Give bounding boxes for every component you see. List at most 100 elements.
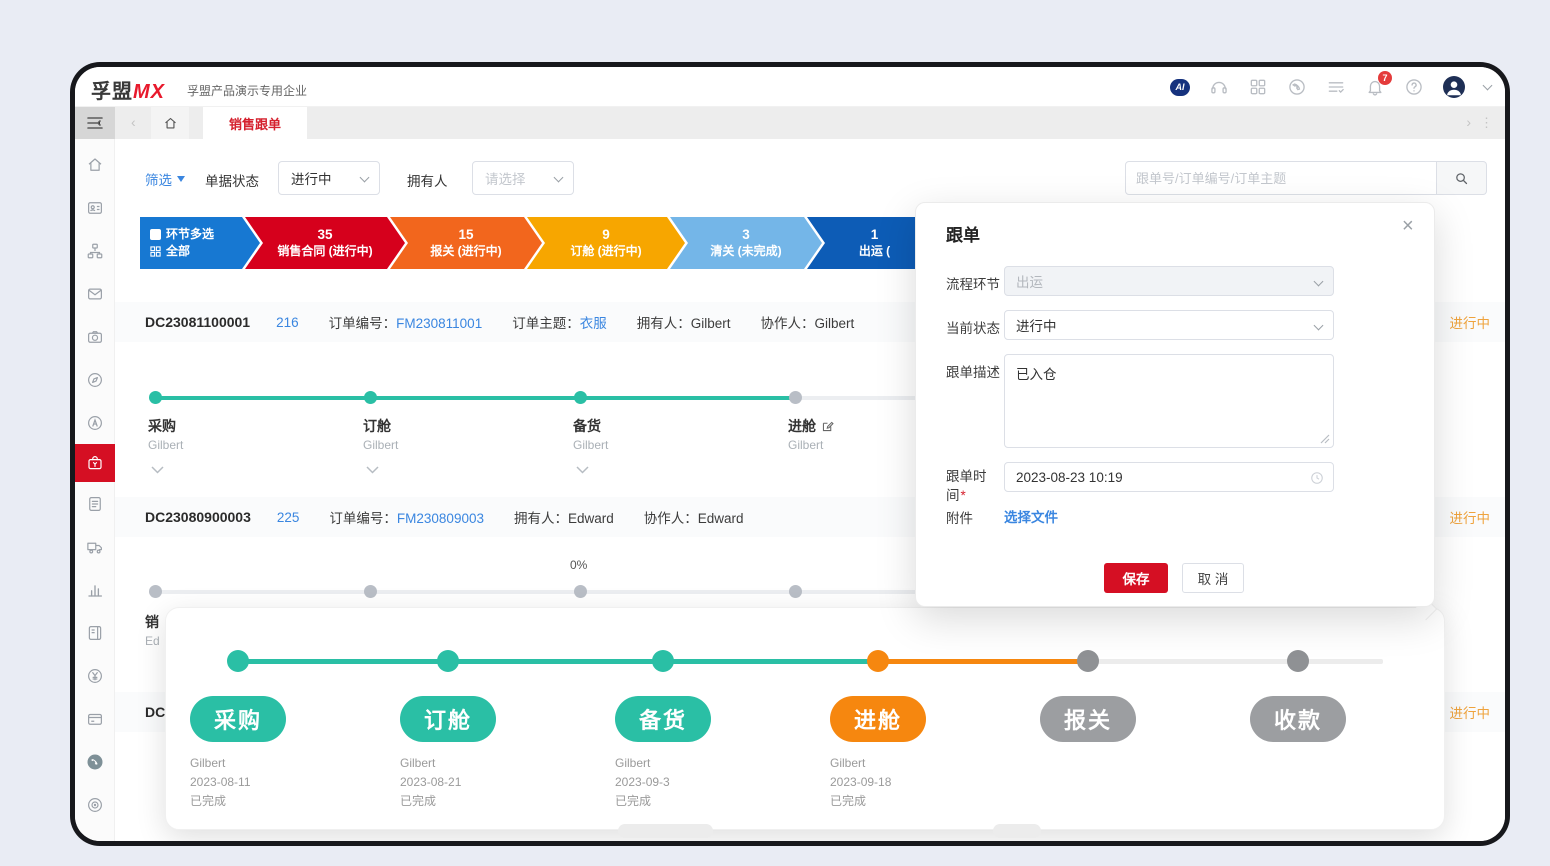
current-status-select[interactable]: 进行中 bbox=[1004, 310, 1334, 340]
edit-icon[interactable] bbox=[821, 420, 834, 433]
subject-link[interactable]: 衣服 bbox=[580, 316, 607, 331]
sidebar-item-home[interactable] bbox=[75, 143, 115, 186]
step-expander-icon[interactable] bbox=[576, 466, 589, 474]
popup-step-dot[interactable] bbox=[1287, 650, 1309, 672]
step-dot[interactable] bbox=[574, 391, 587, 404]
popup-step-status: 已完成 bbox=[400, 792, 461, 811]
sidebar-item-finance[interactable] bbox=[75, 654, 115, 697]
popup-step-pill[interactable]: 订舱 bbox=[400, 696, 496, 742]
stage-segment-booking[interactable]: 9订舱 (进行中) bbox=[527, 217, 685, 269]
owner-select[interactable]: 请选择 bbox=[472, 161, 574, 195]
cancel-button[interactable]: 取 消 bbox=[1182, 563, 1244, 593]
doc-status-select[interactable]: 进行中 bbox=[278, 161, 380, 195]
close-icon[interactable]: × bbox=[1402, 215, 1414, 238]
step-dot[interactable] bbox=[789, 391, 802, 404]
stage-segment-contract[interactable]: 35销售合同 (进行中) bbox=[245, 217, 405, 269]
sidebar-item-knowledge[interactable] bbox=[75, 611, 115, 654]
sidebar-item-products[interactable] bbox=[75, 315, 115, 358]
tab-forward-icon[interactable]: › bbox=[1466, 114, 1471, 130]
step-expander-icon[interactable] bbox=[151, 466, 164, 474]
popup-step-pill[interactable]: 备货 bbox=[615, 696, 711, 742]
circle-a-icon bbox=[86, 414, 104, 432]
popup-step-dot[interactable] bbox=[227, 650, 249, 672]
home-tab-icon[interactable] bbox=[151, 107, 189, 139]
sidebar-item-sales-tracking-active[interactable] bbox=[75, 444, 115, 482]
search-button[interactable] bbox=[1437, 161, 1487, 195]
tracking-time-label-2: 间* bbox=[946, 484, 966, 504]
brand-logo-cn: 孚盟 bbox=[91, 81, 133, 103]
order-count-link[interactable]: 225 bbox=[277, 510, 300, 525]
tab-back-icon[interactable]: ‹ bbox=[131, 114, 136, 130]
sidebar-item-whatsapp[interactable] bbox=[75, 740, 115, 783]
horizontal-scrollbar-thumb[interactable] bbox=[993, 824, 1041, 838]
save-button[interactable]: 保存 bbox=[1104, 563, 1168, 593]
popup-step-dot[interactable] bbox=[437, 650, 459, 672]
stage-all-segment[interactable]: 环节多选 全部 bbox=[140, 217, 260, 269]
popup-line-done bbox=[448, 659, 663, 664]
app-screen: 孚盟MX 孚盟产品演示专用企业 AI 7 bbox=[75, 67, 1505, 841]
order-id: DC23081100001 bbox=[145, 314, 250, 330]
order-no-link[interactable]: FM230809003 bbox=[397, 511, 484, 526]
filter-caret-icon bbox=[177, 176, 185, 182]
step-dot[interactable] bbox=[364, 585, 377, 598]
step-dot[interactable] bbox=[574, 585, 587, 598]
collapse-menu-icon[interactable] bbox=[75, 107, 115, 139]
sidebar-item-logistics[interactable] bbox=[75, 525, 115, 568]
order-no-link[interactable]: FM230811001 bbox=[396, 316, 482, 331]
notifications-bell-icon[interactable]: 7 bbox=[1365, 77, 1385, 97]
description-label: 跟单描述 bbox=[946, 361, 1000, 381]
sidebar-item-explore[interactable] bbox=[75, 358, 115, 401]
whatsapp-icon[interactable] bbox=[1287, 77, 1307, 97]
sidebar-item-cards[interactable] bbox=[75, 697, 115, 740]
step-expander-icon[interactable] bbox=[366, 466, 379, 474]
required-mark: * bbox=[961, 488, 966, 503]
popup-step-pill[interactable]: 报关 bbox=[1040, 696, 1136, 742]
popup-step-dot[interactable] bbox=[867, 650, 889, 672]
step-dot[interactable] bbox=[789, 585, 802, 598]
choose-file-link[interactable]: 选择文件 bbox=[1004, 506, 1058, 526]
popup-step-pill[interactable]: 采购 bbox=[190, 696, 286, 742]
brand-logo: 孚盟MX bbox=[91, 75, 165, 104]
timeline-line-done bbox=[155, 396, 795, 400]
step-dot[interactable] bbox=[149, 585, 162, 598]
sidebar-item-organization[interactable] bbox=[75, 229, 115, 272]
stage-segment-clearance[interactable]: 3清关 (未完成) bbox=[670, 217, 822, 269]
support-headset-icon[interactable] bbox=[1209, 77, 1229, 97]
sidebar-item-marketing[interactable] bbox=[75, 401, 115, 444]
popup-step-dot[interactable] bbox=[1077, 650, 1099, 672]
collab-value: Edward bbox=[698, 511, 744, 526]
step-dot[interactable] bbox=[149, 391, 162, 404]
help-icon[interactable] bbox=[1404, 77, 1424, 97]
resize-handle-icon[interactable] bbox=[1320, 434, 1330, 444]
stage-segment-customs[interactable]: 15报关 (进行中) bbox=[390, 217, 542, 269]
tracking-time-input[interactable]: 2023-08-23 10:19 bbox=[1004, 462, 1334, 492]
apps-grid-icon[interactable] bbox=[1248, 77, 1268, 97]
process-step-select[interactable]: 出运 bbox=[1004, 266, 1334, 296]
sidebar-item-contacts[interactable] bbox=[75, 186, 115, 229]
sidebar-item-mail[interactable] bbox=[75, 272, 115, 315]
task-list-icon[interactable] bbox=[1326, 77, 1346, 97]
popup-step-pill[interactable]: 收款 bbox=[1250, 696, 1346, 742]
avatar-chevron-down-icon[interactable] bbox=[1483, 81, 1493, 91]
order-id: DC23080900003 bbox=[145, 509, 251, 525]
order-count-link[interactable]: 216 bbox=[276, 315, 299, 330]
user-avatar[interactable] bbox=[1443, 76, 1465, 98]
tab-more-icon[interactable]: ⋮ bbox=[1480, 115, 1493, 131]
tab-sales-tracking[interactable]: 销售跟单 bbox=[203, 107, 307, 139]
sidebar-item-settings[interactable] bbox=[75, 783, 115, 826]
ai-assistant-button[interactable]: AI bbox=[1170, 77, 1190, 97]
popup-step-dot[interactable] bbox=[652, 650, 674, 672]
owner-value: Gilbert bbox=[691, 316, 731, 331]
sidebar-item-documents[interactable] bbox=[75, 482, 115, 525]
sidebar-item-reports[interactable] bbox=[75, 568, 115, 611]
stage-label: 报关 (进行中) bbox=[430, 243, 501, 260]
description-textarea[interactable]: 已入仓 bbox=[1004, 354, 1334, 448]
horizontal-scrollbar-thumb[interactable] bbox=[618, 824, 713, 838]
multiselect-checkbox[interactable] bbox=[150, 229, 161, 240]
step-dot[interactable] bbox=[364, 391, 377, 404]
search-input[interactable] bbox=[1125, 161, 1437, 195]
attachment-label: 附件 bbox=[946, 507, 973, 527]
step-person: Gilbert bbox=[148, 438, 183, 452]
filter-toggle[interactable]: 筛选 bbox=[145, 169, 185, 189]
popup-step-pill[interactable]: 进舱 bbox=[830, 696, 926, 742]
